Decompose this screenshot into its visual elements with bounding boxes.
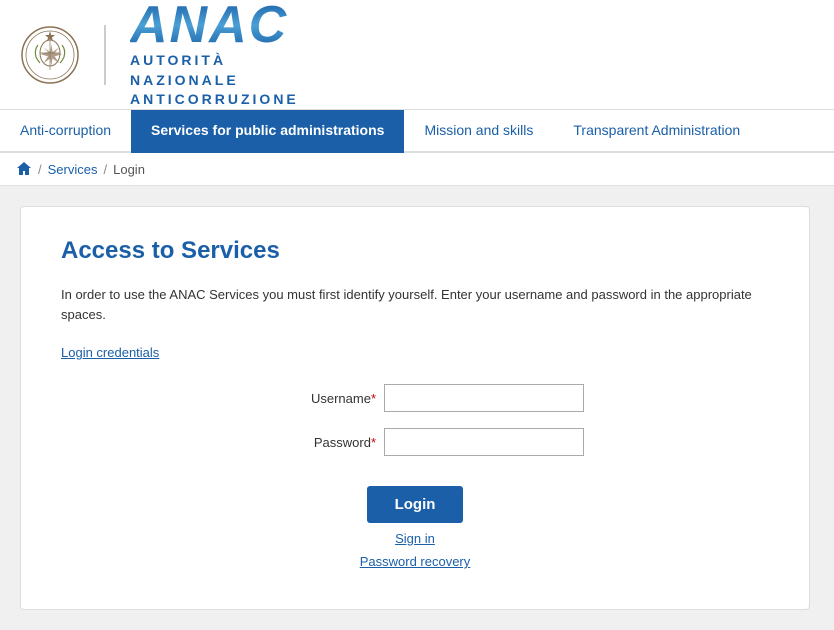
subtitle-line2: NAZIONALE bbox=[130, 72, 239, 88]
username-label: Username* bbox=[246, 391, 376, 406]
logo-area: ANAC AUTORITÀ NAZIONALE ANTICORRUZIONE bbox=[20, 0, 299, 110]
nav-anti-corruption[interactable]: Anti-corruption bbox=[0, 110, 131, 153]
login-card: Access to Services In order to use the A… bbox=[20, 206, 810, 610]
password-group: Password* bbox=[61, 428, 769, 456]
username-required: * bbox=[371, 391, 376, 406]
header-divider bbox=[104, 25, 106, 85]
sign-in-link[interactable]: Sign in bbox=[395, 531, 435, 546]
card-description: In order to use the ANAC Services you mu… bbox=[61, 285, 769, 324]
anac-logo: ANAC AUTORITÀ NAZIONALE ANTICORRUZIONE bbox=[130, 0, 299, 110]
home-icon[interactable] bbox=[16, 161, 32, 177]
login-credentials-link[interactable]: Login credentials bbox=[61, 345, 159, 360]
site-header: ANAC AUTORITÀ NAZIONALE ANTICORRUZIONE bbox=[0, 0, 834, 110]
subtitle-line3: ANTICORRUZIONE bbox=[130, 91, 299, 107]
nav-services-public-admin[interactable]: Services for public administrations bbox=[131, 110, 404, 153]
anac-full-name: AUTORITÀ NAZIONALE ANTICORRUZIONE bbox=[130, 51, 299, 110]
emblem-icon bbox=[20, 25, 80, 85]
card-title: Access to Services bbox=[61, 237, 769, 265]
password-recovery-link[interactable]: Password recovery bbox=[360, 554, 471, 569]
password-input[interactable] bbox=[384, 428, 584, 456]
password-required: * bbox=[371, 435, 376, 450]
nav-mission-skills[interactable]: Mission and skills bbox=[404, 110, 553, 153]
username-group: Username* bbox=[61, 384, 769, 412]
password-label: Password* bbox=[246, 435, 376, 450]
username-input[interactable] bbox=[384, 384, 584, 412]
main-nav: Anti-corruption Services for public admi… bbox=[0, 110, 834, 153]
anac-acronym: ANAC bbox=[130, 0, 299, 51]
main-content: Access to Services In order to use the A… bbox=[0, 186, 834, 630]
breadcrumb-sep-1: / bbox=[38, 162, 42, 177]
breadcrumb: / Services / Login bbox=[0, 153, 834, 186]
form-actions: Login Sign in Password recovery bbox=[61, 486, 769, 569]
nav-transparent-admin[interactable]: Transparent Administration bbox=[553, 110, 760, 153]
login-button[interactable]: Login bbox=[367, 486, 464, 523]
breadcrumb-services[interactable]: Services bbox=[48, 162, 98, 177]
breadcrumb-sep-2: / bbox=[103, 162, 107, 177]
breadcrumb-login: Login bbox=[113, 162, 145, 177]
subtitle-line1: AUTORITÀ bbox=[130, 52, 226, 68]
